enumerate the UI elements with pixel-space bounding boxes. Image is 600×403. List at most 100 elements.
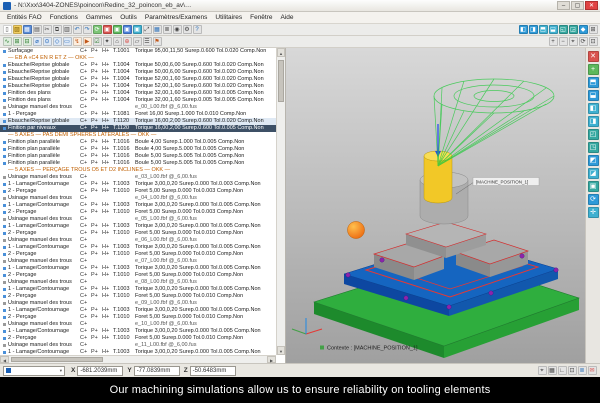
operation-row[interactable]: Ébauche/Reprise globaleC+P+H+T.1120Toriq… xyxy=(0,118,276,125)
operation-row[interactable]: Ébauche/Reprise globaleC+P+H+T.1004Toriq… xyxy=(0,62,276,69)
camera-icon[interactable]: ◉ xyxy=(173,25,182,34)
operation-row[interactable]: Ébauche/Reprise globaleC+P+H+T.1004Toriq… xyxy=(0,83,276,90)
section-header-row[interactable]: — 5 AXES — PAS DEMI SPHERES LATERALES — … xyxy=(0,132,276,139)
operation-row[interactable]: Usinage manuel des trousC+e_04_L00.fbf @… xyxy=(0,195,276,202)
cube-blue-icon[interactable]: ▣ xyxy=(123,25,132,34)
view-fit-icon[interactable]: ⊞ xyxy=(589,25,598,34)
viewcube-left-icon[interactable]: ◰ xyxy=(588,129,599,140)
scroll-up-arrow[interactable]: ▲ xyxy=(277,48,285,57)
menu-item-gammes[interactable]: Gammes xyxy=(82,14,116,21)
section-header-row[interactable]: — 5 AXES — PERÇAGE TROUS O5 ET D2 INCLIN… xyxy=(0,167,276,174)
operation-row[interactable]: Finition plan parallèleC+P+H+T.1016Boule… xyxy=(0,160,276,167)
operation-row[interactable]: 2 - PerçageC+P+H+T.1010Foret 5,00 Surep.… xyxy=(0,272,276,279)
ortho-icon[interactable]: ∟ xyxy=(558,366,567,375)
view-bottom-icon[interactable]: ⬓ xyxy=(549,25,558,34)
viewcube-iso2-icon[interactable]: ◪ xyxy=(588,168,599,179)
drilling-icon[interactable]: ⌀ xyxy=(33,37,42,46)
operation-row[interactable]: Usinage manuel des trousC+e_05_L00.fbf @… xyxy=(0,216,276,223)
flag-icon[interactable]: ⚑ xyxy=(153,37,162,46)
layer-status-icon[interactable]: ≣ xyxy=(578,366,587,375)
roughing-icon[interactable]: ⊞ xyxy=(13,37,22,46)
vertical-scrollbar-thumb[interactable] xyxy=(278,60,284,102)
operation-row[interactable]: 1 - Lamage/ContournageC+P+H+T.1003Toriqu… xyxy=(0,181,276,188)
grid-toggle-icon[interactable]: ▦ xyxy=(548,366,557,375)
machine-selector[interactable]: ▾ xyxy=(3,366,65,376)
operation-row[interactable]: 1 - Lamage/ContournageC+P+H+T.1003Toriqu… xyxy=(0,202,276,209)
operation-row[interactable]: 1 - Lamage/ContournageC+P+H+T.1003Toriqu… xyxy=(0,328,276,335)
operation-row[interactable]: 2 - PerçageC+P+H+T.1010Foret 5,00 Surep.… xyxy=(0,293,276,300)
operation-row[interactable]: SurfaçageC+P+H+T.1001Torique 95,00,11,50… xyxy=(0,48,276,55)
operation-row[interactable]: Usinage manuel des trousC+e_08_L00.fbf @… xyxy=(0,279,276,286)
operation-row[interactable]: Finition des plansC+P+H+T.1004Torique 32… xyxy=(0,90,276,97)
horizontal-scrollbar[interactable]: ◀ ▶ xyxy=(0,355,276,363)
pan-view-icon[interactable]: ✛ xyxy=(588,207,599,218)
message-icon[interactable]: ✉ xyxy=(588,366,597,375)
operation-row[interactable]: 1 - PerçageC+P+H+T.1081Foret 16,00 Surep… xyxy=(0,111,276,118)
simulation-play-icon[interactable]: ▶ xyxy=(83,37,92,46)
menu-item-param-tres-examens[interactable]: Paramètres/Examens xyxy=(141,14,212,21)
machine-icon[interactable]: ⌂ xyxy=(113,37,122,46)
operation-row[interactable]: 2 - PerçageC+P+H+T.1010Foret 5,00 Surep.… xyxy=(0,314,276,321)
copy-icon[interactable]: ⧉ xyxy=(53,25,62,34)
viewcube-right-icon[interactable]: ◳ xyxy=(588,142,599,153)
viewport-3d[interactable]: [MACHINE_POSITION_1] Contexte : [MACHINE… xyxy=(286,48,585,363)
operation-row[interactable]: Finition plan parallèleC+P+H+T.1016Boule… xyxy=(0,139,276,146)
operation-row[interactable]: 1 - Lamage/ContournageC+P+H+T.1003Toriqu… xyxy=(0,244,276,251)
cube-red-icon[interactable]: ▣ xyxy=(103,25,112,34)
horizontal-scrollbar-thumb[interactable] xyxy=(11,357,103,362)
new-file-icon[interactable]: ▯ xyxy=(3,25,12,34)
zoom-out-icon[interactable]: − xyxy=(559,37,568,46)
view-left-icon[interactable]: ◱ xyxy=(559,25,568,34)
view-iso-icon[interactable]: ◆ xyxy=(579,25,588,34)
view-back-icon[interactable]: ◨ xyxy=(529,25,538,34)
pocket-icon[interactable]: ▭ xyxy=(63,37,72,46)
cube-green-icon[interactable]: ▣ xyxy=(113,25,122,34)
scroll-left-arrow[interactable]: ◀ xyxy=(0,356,9,363)
measure-icon[interactable]: ⤢ xyxy=(143,25,152,34)
print-icon[interactable]: ▤ xyxy=(33,25,42,34)
menu-item-outils[interactable]: Outils xyxy=(116,14,141,21)
operation-row[interactable]: 2 - PerçageC+P+H+T.1010Foret 5,00 Surep.… xyxy=(0,230,276,237)
notes-icon[interactable]: ☰ xyxy=(143,37,152,46)
surfacing-icon[interactable]: ∿ xyxy=(3,37,12,46)
cube-teal-icon[interactable]: ▣ xyxy=(133,25,142,34)
operation-row[interactable]: Usinage manuel des trousC+e_11_L00.fbf @… xyxy=(0,342,276,349)
operation-row[interactable]: 2 - PerçageC+P+H+T.1010Foret 5,00 Surep.… xyxy=(0,209,276,216)
paste-icon[interactable]: ▥ xyxy=(63,25,72,34)
layers-icon[interactable]: ≣ xyxy=(163,25,172,34)
operation-row[interactable]: Ébauche/Reprise globaleC+P+H+T.1004Toriq… xyxy=(0,69,276,76)
rotate-icon[interactable]: ⟳ xyxy=(579,37,588,46)
operation-row[interactable]: Usinage manuel des trousC+e_07_L00.fbf @… xyxy=(0,258,276,265)
tapping-icon[interactable]: ⊙ xyxy=(43,37,52,46)
verify-icon[interactable]: ☑ xyxy=(93,37,102,46)
operation-row[interactable]: 1 - Lamage/ContournageC+P+H+T.1003Toriqu… xyxy=(0,223,276,230)
operation-row[interactable]: Finition plan parallèleC+P+H+T.1016Boule… xyxy=(0,146,276,153)
viewcube-iso1-icon[interactable]: ◩ xyxy=(588,155,599,166)
operation-row[interactable]: Usinage manuel des trousC+e_06_L00.fbf @… xyxy=(0,237,276,244)
operation-row[interactable]: Finition plan parallèleC+P+H+T.1016Boule… xyxy=(0,153,276,160)
view-front-icon[interactable]: ◧ xyxy=(519,25,528,34)
operation-row[interactable]: 2 - PerçageC+P+H+T.1010Foret 5,00 Surep.… xyxy=(0,335,276,342)
viewcube-iso3-icon[interactable]: ▣ xyxy=(588,181,599,192)
help-icon[interactable]: ? xyxy=(193,25,202,34)
operation-row[interactable]: Usinage manuel des trousC+e_03_L00.fbf @… xyxy=(0,174,276,181)
units-icon[interactable]: ⊡ xyxy=(568,366,577,375)
menu-item-fonctions[interactable]: Fonctions xyxy=(46,14,82,21)
tool-library-icon[interactable]: ✦ xyxy=(103,37,112,46)
minimize-button[interactable]: – xyxy=(557,1,570,10)
cut-icon[interactable]: ✂ xyxy=(43,25,52,34)
close-button[interactable]: ✕ xyxy=(585,1,598,10)
menu-item-utilitaires[interactable]: Utilitaires xyxy=(211,14,246,21)
operation-row[interactable]: Usinage manuel des trousC+e_00_L00.fbf @… xyxy=(0,104,276,111)
coord-value-y[interactable]: -77.0839mm xyxy=(134,366,180,376)
menu-item-fen-tre[interactable]: Fenêtre xyxy=(246,14,276,21)
settings-icon[interactable]: ⚙ xyxy=(183,25,192,34)
rotate-view-icon[interactable]: ⟳ xyxy=(588,194,599,205)
fullscreen-icon[interactable]: ⊡ xyxy=(589,37,598,46)
origin-icon[interactable]: ⊕ xyxy=(123,37,132,46)
contour-icon[interactable]: ◇ xyxy=(53,37,62,46)
undo-icon[interactable]: ↶ xyxy=(73,25,82,34)
operation-row[interactable]: 1 - Lamage/ContournageC+P+H+T.1003Toriqu… xyxy=(0,307,276,314)
vertical-scrollbar[interactable]: ▲ ▼ xyxy=(276,48,285,355)
open-folder-icon[interactable]: ▨ xyxy=(13,25,22,34)
